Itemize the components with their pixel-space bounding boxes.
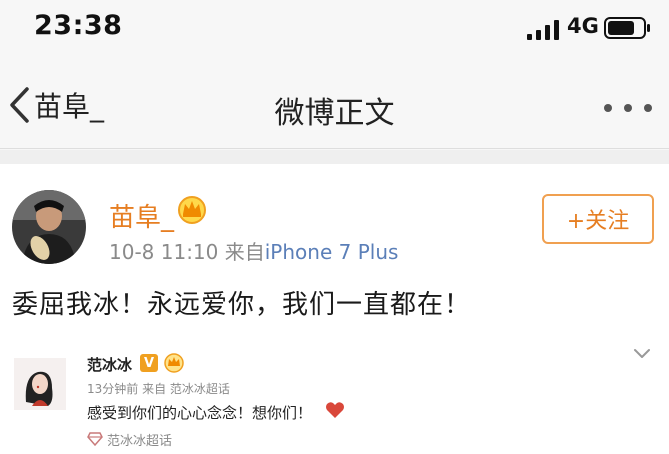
verified-badge: V [140,354,158,372]
more-dots-icon[interactable] [600,98,656,118]
diamond-icon [87,432,103,446]
author-name[interactable]: 苗阜_ [109,197,174,234]
section-divider [0,150,669,164]
status-bar: 23:38 4G [0,0,669,58]
network-label: 4G [567,14,599,38]
chevron-down-icon[interactable] [633,348,651,360]
quoted-author-name[interactable]: 范冰冰 [87,354,132,375]
quoted-meta: 13分钟前 来自 范冰冰超话 [87,382,230,396]
post-meta: 10-8 11:10 来自iPhone 7 Plus [109,236,398,265]
topic-label: 范冰冰超话 [107,433,173,449]
author-avatar[interactable] [12,190,86,264]
quoted-text: 感受到你们的心心念念！想你们！ [87,404,313,422]
quoted-avatar[interactable] [14,358,66,410]
nav-bar: 苗阜_ 微博正文 [0,58,669,149]
topic-link[interactable]: 范冰冰超话 [87,430,173,449]
vip-badge-icon [164,353,184,373]
post-card: 苗阜_ 10-8 11:10 来自iPhone 7 Plus +关注 委屈我冰！… [0,164,669,454]
quoted-post[interactable]: 范冰冰 V 13分钟前 来自 范冰冰超话 感受到你们的心心念念！想你们！ 范冰冰… [0,344,669,454]
post-text: 委屈我冰！永远爱你，我们一直都在！ [12,290,472,320]
signal-icon [527,20,559,40]
follow-button[interactable]: +关注 [542,194,654,244]
heart-icon [326,402,344,418]
status-time: 23:38 [34,10,123,41]
page-title: 微博正文 [274,96,395,131]
battery-icon [604,17,650,39]
post-source[interactable]: iPhone 7 Plus [265,240,399,264]
post-timestamp: 10-8 11:10 [109,240,219,264]
source-prefix: 来自 [224,240,265,264]
crown-vip-icon [178,196,206,224]
